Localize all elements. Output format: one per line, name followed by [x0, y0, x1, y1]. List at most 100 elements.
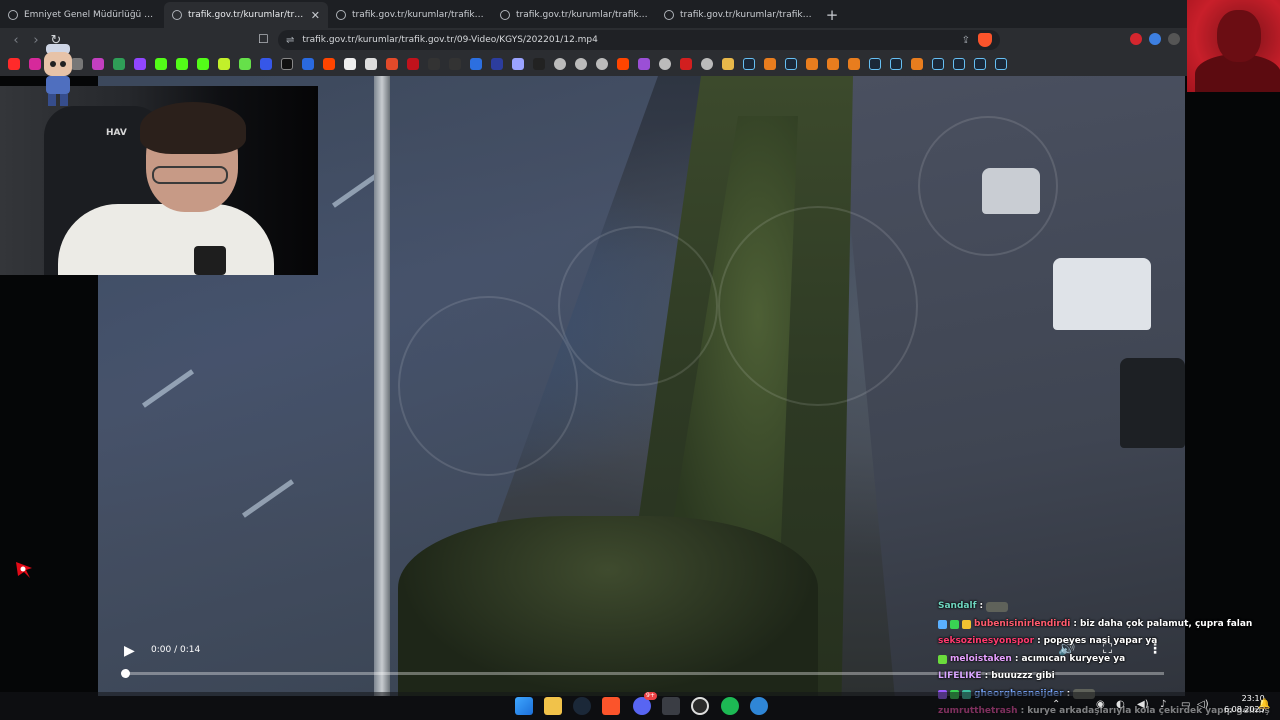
- drive-bookmark-icon[interactable]: [113, 58, 125, 70]
- chat-username[interactable]: seksozinesyonspor: [938, 633, 1034, 651]
- tray-mic-icon[interactable]: ♪: [1160, 699, 1166, 710]
- bookmark-icon[interactable]: [680, 58, 692, 70]
- bookmark-icon[interactable]: [848, 58, 860, 70]
- chat-message: bubenisinirlendirdi: biz daha çok palamut…: [938, 616, 1252, 634]
- play-button[interactable]: ▶: [124, 643, 135, 659]
- bookmark-icon[interactable]: [260, 58, 272, 70]
- bookmark-icon[interactable]: [806, 58, 818, 70]
- chat-text: popeyes nasi yapar ya: [1043, 636, 1158, 646]
- chat-username[interactable]: LIFELIKE: [938, 668, 982, 686]
- spotify-icon[interactable]: [721, 697, 739, 715]
- chat-username[interactable]: meloistaken: [950, 651, 1012, 669]
- kick-bookmark-icon[interactable]: [176, 58, 188, 70]
- browser-tab-strip: Emniyet Genel Müdürlüğü Trafik Başk traf…: [0, 0, 1280, 28]
- extension-red-icon[interactable]: [1130, 33, 1142, 45]
- watermark-ring: [398, 296, 578, 476]
- turkish-flag-icon: [16, 562, 32, 578]
- tab-active-video[interactable]: trafik.gov.tr/kurumlar/trafik.gov.tr/0 ✕: [164, 2, 328, 28]
- chat-username[interactable]: bubenisinirlendirdi: [974, 616, 1070, 634]
- share-icon[interactable]: ⇪: [962, 35, 970, 46]
- brave-browser-icon[interactable]: [602, 697, 620, 715]
- extension-audio-icon[interactable]: [1149, 33, 1161, 45]
- steam-bookmark-icon[interactable]: [890, 58, 902, 70]
- bookmark-icon[interactable]: [764, 58, 776, 70]
- globe-bookmark-icon[interactable]: [701, 58, 713, 70]
- globe-bookmark-icon[interactable]: [575, 58, 587, 70]
- glasses: [152, 166, 228, 184]
- steam-bookmark-icon[interactable]: [869, 58, 881, 70]
- chair-logo: HAV: [106, 128, 127, 138]
- steam-icon[interactable]: [573, 697, 591, 715]
- reddit-bookmark-icon[interactable]: [617, 58, 629, 70]
- video-time: 0:00 / 0:14: [151, 645, 201, 655]
- tray-volume-icon[interactable]: ◁): [1197, 699, 1209, 710]
- x-bookmark-icon[interactable]: [281, 58, 293, 70]
- tray-speaker-icon[interactable]: ◀): [1137, 699, 1149, 710]
- bookmark-icon[interactable]: ☐: [258, 32, 269, 46]
- obs-icon[interactable]: [691, 697, 709, 715]
- chat-username[interactable]: Sandalf: [938, 598, 976, 616]
- back-icon[interactable]: ‹: [6, 33, 26, 48]
- tab-video-2[interactable]: trafik.gov.tr/kurumlar/trafik.gov.tr/09: [328, 2, 492, 28]
- steam-bookmark-icon[interactable]: [995, 58, 1007, 70]
- battle-net-icon[interactable]: [750, 697, 768, 715]
- bookmark-icon[interactable]: [239, 58, 251, 70]
- brave-shields-icon[interactable]: [978, 33, 992, 47]
- bookmark-icon[interactable]: [512, 58, 524, 70]
- kick-bookmark-icon[interactable]: [197, 58, 209, 70]
- bookmark-icon[interactable]: [302, 58, 314, 70]
- steam-bookmark-icon[interactable]: [932, 58, 944, 70]
- globe-bookmark-icon[interactable]: [659, 58, 671, 70]
- extension-grey-icon[interactable]: [1168, 33, 1180, 45]
- windows-start-icon[interactable]: [515, 697, 533, 715]
- steam-bookmark-icon[interactable]: [743, 58, 755, 70]
- bookmark-icon[interactable]: [407, 58, 419, 70]
- app-icon[interactable]: [662, 697, 680, 715]
- steam-bookmark-icon[interactable]: [974, 58, 986, 70]
- chat-message: meloistaken: acımıcan kuryeye ya: [938, 651, 1238, 669]
- bookmark-icon[interactable]: [218, 58, 230, 70]
- tab-video-3[interactable]: trafik.gov.tr/kurumlar/trafik.gov.tr/09: [492, 2, 656, 28]
- globe-icon: [500, 10, 510, 20]
- globe-icon: [8, 10, 18, 20]
- tab-video-4[interactable]: trafik.gov.tr/kurumlar/trafik.gov.tr/09: [656, 2, 820, 28]
- steam-bookmark-icon[interactable]: [953, 58, 965, 70]
- tab-title: trafik.gov.tr/kurumlar/trafik.gov.tr/09: [680, 10, 812, 20]
- twitch-bookmark-icon[interactable]: [134, 58, 146, 70]
- kick-bookmark-icon[interactable]: [155, 58, 167, 70]
- close-icon[interactable]: ✕: [311, 9, 320, 22]
- file-explorer-icon[interactable]: [544, 697, 562, 715]
- tray-monitor-icon[interactable]: ▭: [1181, 699, 1190, 710]
- bookmark-icon[interactable]: [365, 58, 377, 70]
- bookmark-icon[interactable]: [638, 58, 650, 70]
- folder-bookmark-icon[interactable]: [722, 58, 734, 70]
- bookmark-icon[interactable]: [470, 58, 482, 70]
- streamer-hair: [140, 102, 246, 154]
- bookmark-icon[interactable]: [491, 58, 503, 70]
- bookmark-icon[interactable]: [911, 58, 923, 70]
- microphone: [194, 246, 226, 275]
- globe-bookmark-icon[interactable]: [554, 58, 566, 70]
- bookmark-icon[interactable]: [533, 58, 545, 70]
- bookmark-icon[interactable]: [428, 58, 440, 70]
- tray-app-icon[interactable]: ◉: [1096, 699, 1105, 710]
- youtube-bookmark-icon[interactable]: [8, 58, 20, 70]
- address-bar[interactable]: ⇌ trafik.gov.tr/kurumlar/trafik.gov.tr/0…: [278, 30, 1000, 50]
- notification-bell-icon[interactable]: 🔔: [1258, 699, 1270, 710]
- bookmark-icon[interactable]: [449, 58, 461, 70]
- tab-emniyet[interactable]: Emniyet Genel Müdürlüğü Trafik Başk: [0, 2, 164, 28]
- new-tab-button[interactable]: +: [820, 2, 844, 28]
- bookmark-icon[interactable]: [827, 58, 839, 70]
- video-scrubber[interactable]: [121, 669, 130, 678]
- chat-emote-icon: [986, 601, 1009, 612]
- bookmark-icon[interactable]: [386, 58, 398, 70]
- reddit-bookmark-icon[interactable]: [323, 58, 335, 70]
- chat-separator: :: [984, 671, 989, 681]
- tray-chevron-icon[interactable]: ⌃: [1052, 699, 1060, 710]
- bookmark-icon[interactable]: [92, 58, 104, 70]
- bookmark-icon[interactable]: [344, 58, 356, 70]
- site-info-icon[interactable]: ⇌: [286, 35, 294, 46]
- globe-bookmark-icon[interactable]: [596, 58, 608, 70]
- steam-bookmark-icon[interactable]: [785, 58, 797, 70]
- tray-app-icon[interactable]: ◐: [1116, 699, 1125, 710]
